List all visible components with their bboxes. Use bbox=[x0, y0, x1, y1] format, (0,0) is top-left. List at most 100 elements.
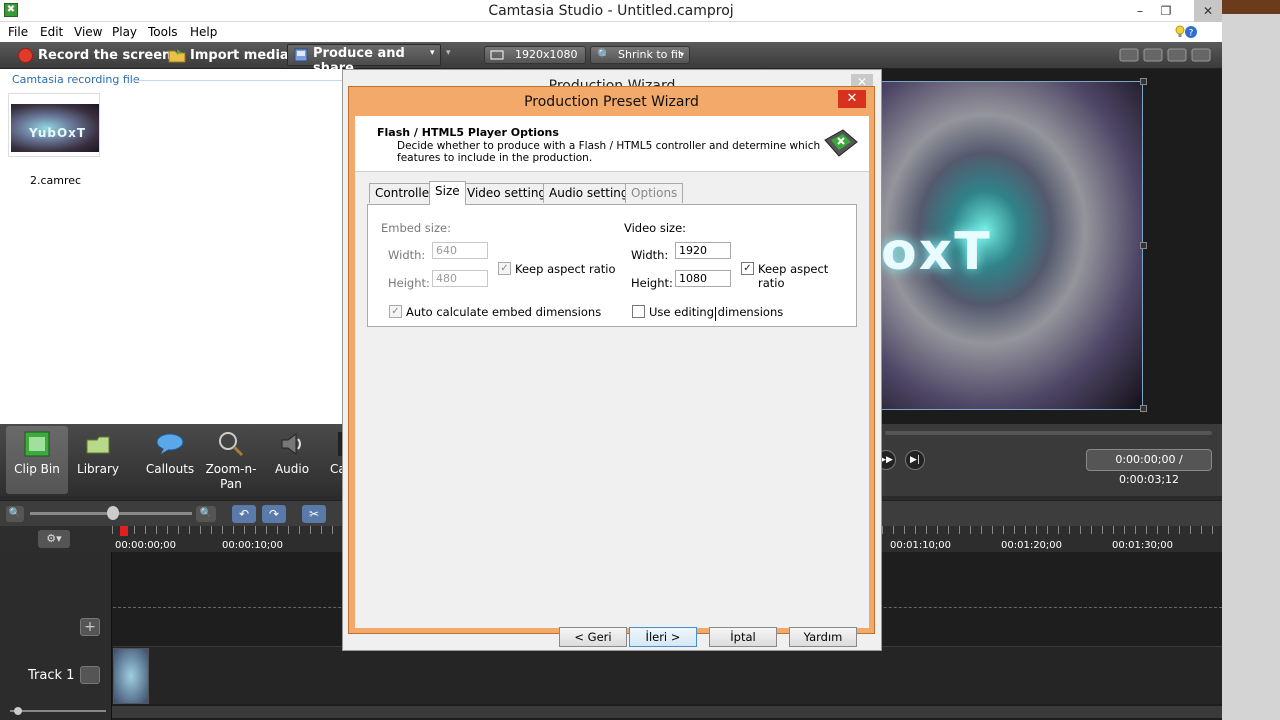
speaker-icon bbox=[281, 433, 301, 455]
ruler-label: 00:01:10;00 bbox=[890, 540, 952, 551]
viewer-tools-icons[interactable] bbox=[1118, 47, 1214, 63]
clip-thumbnail[interactable]: YubOxT bbox=[8, 93, 100, 157]
next-button[interactable]: İleri > bbox=[629, 627, 697, 647]
menu-file[interactable]: File bbox=[8, 25, 28, 39]
video-keep-aspect-checkbox[interactable]: ✓ bbox=[741, 262, 754, 275]
help-bulb-icon[interactable]: ? bbox=[1174, 24, 1198, 40]
preview-canvas[interactable]: oxT bbox=[880, 78, 1147, 412]
resize-handle[interactable] bbox=[1140, 405, 1147, 412]
clip-name[interactable]: 2.camrec bbox=[30, 174, 81, 187]
gear-icon[interactable]: ⚙▾ bbox=[38, 530, 70, 548]
timecode-display: 0:00:00;00 / 0:00:03;12 bbox=[1086, 449, 1212, 486]
undo-icon[interactable]: ↶ bbox=[232, 505, 256, 523]
menu-tools[interactable]: Tools bbox=[148, 25, 178, 39]
tab-size[interactable]: Size bbox=[429, 181, 466, 205]
track-header: + Track 1 bbox=[0, 552, 112, 720]
use-editing-checkbox[interactable] bbox=[632, 305, 645, 318]
close-window-icon[interactable]: ✕ bbox=[1194, 0, 1222, 22]
embed-height-input[interactable]: 480 bbox=[432, 270, 488, 287]
menu-help[interactable]: Help bbox=[190, 25, 217, 39]
toolbar-overflow-icon[interactable]: ▾ bbox=[446, 48, 451, 58]
production-preset-wizard-dialog: Production Preset Wizard ✕ Flash / HTML5… bbox=[348, 86, 875, 647]
minimize-icon[interactable]: – bbox=[1126, 0, 1154, 22]
dialog-title: Production Preset Wizard bbox=[524, 94, 699, 110]
wizard-header: Flash / HTML5 Player Options Decide whet… bbox=[355, 116, 869, 172]
tool-callouts[interactable]: Callouts bbox=[139, 426, 201, 494]
ruler-label: 00:00:10;00 bbox=[222, 540, 284, 551]
playhead-icon[interactable] bbox=[120, 526, 128, 536]
zoom-label: Shrink to fit bbox=[618, 48, 683, 61]
task-tabs: Clip Bin Library Callouts Zoom-n- Pan Au… bbox=[0, 424, 344, 496]
resolution-label: 1920x1080 bbox=[515, 48, 578, 61]
tool-zoom-n-pan[interactable]: Zoom-n- Pan bbox=[200, 426, 262, 494]
menu-play[interactable]: Play bbox=[112, 25, 137, 39]
help-button[interactable]: Yardım bbox=[789, 627, 857, 647]
next-clip-icon[interactable]: ▶| bbox=[905, 450, 925, 470]
produce-film-icon bbox=[294, 48, 308, 62]
tool-audio[interactable]: Audio bbox=[261, 426, 323, 494]
video-width-label: Width: bbox=[631, 248, 669, 262]
zoom-dropdown[interactable]: 🔍 Shrink to fit ▾ bbox=[590, 46, 690, 64]
produce-and-share-button[interactable]: Produce and share ▾ bbox=[287, 44, 441, 76]
timeline-clip[interactable] bbox=[113, 648, 149, 704]
cancel-button[interactable]: İptal bbox=[709, 627, 777, 647]
video-keep-aspect-label: Keep aspect ratio bbox=[758, 262, 829, 290]
search-icon: 🔍 bbox=[597, 48, 611, 61]
menu-view[interactable]: View bbox=[74, 25, 102, 39]
window-title: Camtasia Studio - Untitled.camproj bbox=[488, 3, 734, 19]
restore-icon[interactable]: ❐ bbox=[1152, 0, 1180, 22]
zoom-out-icon[interactable]: 🔍 bbox=[6, 506, 24, 522]
library-icon bbox=[86, 436, 110, 454]
embed-keep-aspect-checkbox[interactable]: ✓ bbox=[498, 262, 511, 275]
embed-height-label: Height: bbox=[388, 276, 430, 290]
resize-handle[interactable] bbox=[1140, 242, 1147, 249]
auto-calc-label: Auto calculate embed dimensions bbox=[406, 305, 602, 319]
ruler-label: 00:01:20;00 bbox=[1001, 540, 1063, 551]
close-icon[interactable]: ✕ bbox=[838, 90, 866, 108]
track-lane[interactable] bbox=[113, 646, 1222, 704]
resize-handle[interactable] bbox=[1140, 78, 1147, 85]
video-width-input[interactable]: 1920 bbox=[675, 242, 731, 259]
menu-edit[interactable]: Edit bbox=[40, 25, 63, 39]
embed-size-label: Embed size: bbox=[381, 221, 451, 235]
tab-options[interactable]: Options bbox=[625, 183, 684, 203]
track-height-slider[interactable] bbox=[8, 706, 108, 716]
redo-icon[interactable]: ↷ bbox=[262, 505, 286, 523]
back-button[interactable]: < Geri bbox=[559, 627, 627, 647]
ruler-label: 00:00:00;00 bbox=[115, 540, 177, 551]
playback-controls: ▶▶ ▶| 0:00:00;00 / 0:00:03;12 bbox=[876, 424, 1222, 496]
tool-label: Zoom-n- Pan bbox=[205, 462, 257, 491]
clip-thumbnail-image: YubOxT bbox=[11, 104, 99, 152]
resolution-dropdown[interactable]: 1920x1080 bbox=[484, 46, 586, 64]
import-media-button[interactable]: Import media ▾ bbox=[190, 45, 300, 66]
zoom-in-icon[interactable]: 🔍 bbox=[196, 506, 216, 522]
size-tab-panel: Embed size: Width: 640 Height: 480 ✓ Kee… bbox=[367, 204, 857, 327]
embed-width-label: Width: bbox=[388, 248, 426, 262]
add-track-icon[interactable]: + bbox=[80, 618, 100, 636]
tool-clip-bin[interactable]: Clip Bin bbox=[6, 426, 68, 494]
screen-size-icon bbox=[490, 50, 504, 60]
magnifier-icon bbox=[219, 432, 244, 457]
video-size-label: Video size: bbox=[624, 221, 687, 235]
tool-more[interactable]: Ca bbox=[318, 426, 344, 494]
cut-icon[interactable]: ✂ bbox=[302, 505, 326, 523]
clip-bin-panel: Camtasia recording file YubOxT 2.camrec bbox=[0, 69, 344, 424]
embed-width-input[interactable]: 640 bbox=[432, 242, 488, 259]
title-bar: ✖ Camtasia Studio - Untitled.camproj – ❐… bbox=[0, 0, 1222, 22]
thumbnail-text: YubOxT bbox=[29, 126, 87, 140]
video-height-label: Height: bbox=[631, 276, 673, 290]
chevron-down-icon[interactable]: ▾ bbox=[430, 48, 435, 58]
video-height-input[interactable]: 1080 bbox=[675, 270, 731, 287]
auto-calc-checkbox[interactable]: ✓ bbox=[389, 305, 402, 318]
record-screen-button[interactable]: Record the screen ▾ bbox=[38, 45, 182, 66]
callout-bubble-icon bbox=[156, 433, 184, 454]
zoom-slider-thumb[interactable] bbox=[107, 506, 119, 520]
film-strip-icon bbox=[24, 431, 50, 457]
ruler-label: 00:01:30;00 bbox=[1112, 540, 1174, 551]
tool-label: Library bbox=[77, 462, 119, 476]
tool-library[interactable]: Library bbox=[67, 426, 129, 494]
timeline-scrollbar[interactable] bbox=[112, 706, 1222, 718]
scrub-bar[interactable] bbox=[885, 431, 1212, 435]
track-name: Track 1 bbox=[28, 668, 75, 683]
lock-icon[interactable] bbox=[80, 666, 100, 684]
